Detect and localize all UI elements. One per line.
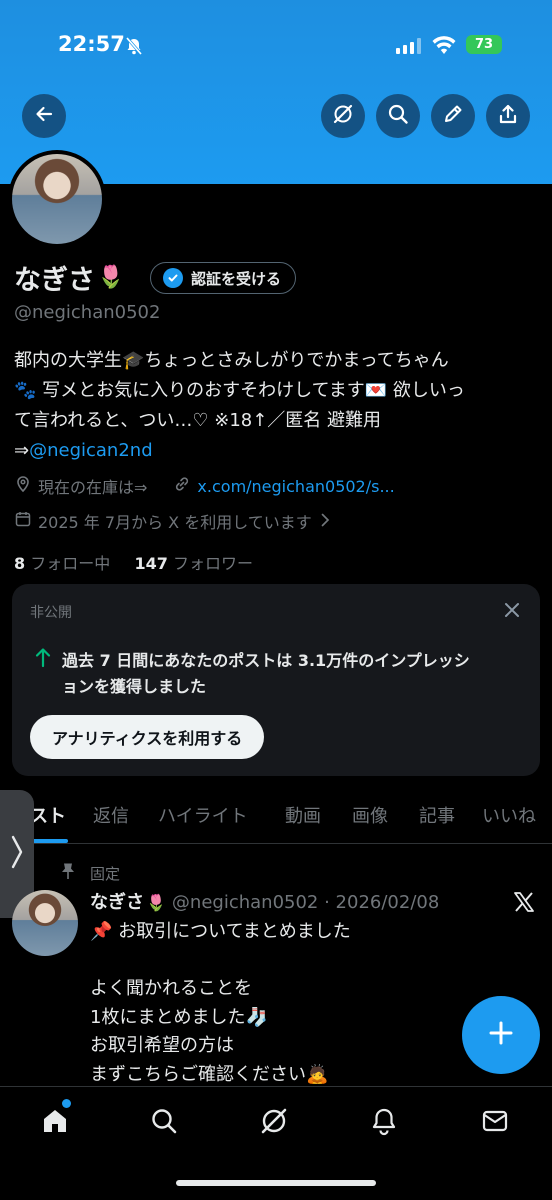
pinned-label: 固定 [90, 864, 121, 883]
location-icon [14, 475, 32, 497]
avatar-photo [12, 154, 102, 244]
nav-messages[interactable] [475, 1103, 515, 1143]
profile-handle: @negichan0502 [14, 302, 161, 323]
home-notification-dot [62, 1099, 71, 1108]
bio-line: ⇒@negican2nd [14, 436, 540, 466]
post-handle-date: @negichan0502 · 2026/02/08 [171, 892, 440, 913]
silent-mode-icon [124, 36, 144, 60]
analytics-card: 非公開 過去 7 日間にあなたのポストは 3.1万件のインプレッシ ョンを獲得し… [12, 584, 540, 776]
followers-link[interactable]: 147 フォロワー [134, 554, 253, 573]
tab-videos[interactable]: 動画 [285, 802, 321, 828]
cellular-signal-icon [396, 38, 422, 58]
private-label: 非公開 [30, 605, 72, 621]
nav-grok[interactable] [254, 1103, 294, 1143]
active-tab-indicator [28, 839, 68, 843]
search-icon [387, 103, 409, 129]
profile-website-link[interactable]: x.com/negichan0502/s... [197, 477, 394, 496]
nav-home[interactable] [35, 1103, 75, 1143]
messages-icon [480, 1106, 510, 1140]
bio-line: 🐾 写メとお気に入りのおすそわけしてます💌 欲しいっ [14, 380, 465, 401]
back-arrow-icon [34, 104, 54, 128]
profile-avatar[interactable] [8, 150, 106, 248]
get-verified-button[interactable]: 認証を受ける [150, 262, 297, 294]
post-author-name[interactable]: なぎさ [90, 888, 144, 914]
wifi-icon [432, 35, 456, 59]
profile-bio: 都内の大学生🎓ちょっとさみしがりでかまってちゃん 🐾 写メとお気に入りのおすそわ… [14, 346, 540, 466]
bio-line: て言われると、つい…♡ ※18↑／匿名 避難用 [14, 410, 382, 431]
profile-name-row: なぎさ 🌷 [14, 258, 124, 297]
calendar-icon [14, 510, 32, 532]
profile-tabs: スト 返信 ハイライト 動画 画像 記事 いいね [0, 792, 552, 844]
following-count: 8 [14, 554, 26, 573]
nav-search[interactable] [144, 1103, 184, 1143]
close-icon[interactable] [502, 600, 522, 624]
chevron-right-icon [11, 834, 23, 874]
profile-joined-date: 2025 年 7月から X を利用しています [38, 513, 312, 532]
edit-profile-button[interactable] [431, 94, 475, 138]
trending-up-arrow-icon [34, 646, 52, 672]
post-header: なぎさ 🌷 @negichan0502 · 2026/02/08 [90, 888, 439, 914]
status-bar: 22:57 73 [0, 0, 552, 90]
status-time: 22:57 [58, 32, 125, 56]
profile-joined-row[interactable]: 2025 年 7月から X を利用しています [14, 509, 330, 533]
nav-notifications[interactable] [364, 1103, 404, 1143]
search-icon [149, 1106, 179, 1140]
pin-icon [60, 862, 76, 884]
impressions-message-line: ョンを獲得しました [62, 677, 207, 696]
link-icon [173, 475, 191, 497]
edit-icon [442, 103, 464, 129]
tab-replies[interactable]: 返信 [93, 802, 129, 828]
impressions-message: 過去 7 日間にあなたのポストは 3.1万件のインプレッシ ョンを獲得しました [62, 648, 522, 700]
tab-articles[interactable]: 記事 [419, 802, 455, 828]
bio-mention-link[interactable]: @negican2nd [29, 440, 153, 461]
grok-button[interactable] [321, 94, 365, 138]
follow-counts: 8 フォロー中 147 フォロワー [14, 550, 253, 574]
tab-likes[interactable]: いいね [482, 802, 536, 828]
following-label: フォロー中 [30, 554, 111, 573]
notifications-icon [369, 1106, 399, 1140]
display-name: なぎさ [14, 265, 95, 296]
pinned-indicator: 固定 [60, 862, 120, 884]
use-analytics-button[interactable]: アナリティクスを利用する [30, 715, 265, 759]
get-verified-label: 認証を受ける [191, 269, 282, 288]
x-logo-icon [512, 890, 536, 918]
tab-photos[interactable]: 画像 [352, 802, 388, 828]
share-button[interactable] [486, 94, 530, 138]
bio-arrow: ⇒ [14, 440, 30, 461]
battery-indicator: 73 [466, 35, 502, 54]
plus-icon [487, 1019, 515, 1051]
profile-meta-links: 現在の在庫は⇒ x.com/negichan0502/s... [14, 474, 395, 498]
tulip-emoji-icon: 🌷 [97, 265, 125, 290]
compose-post-button[interactable] [462, 996, 540, 1074]
post-text[interactable]: 📌 お取引についてまとめました よく聞かれることを 1枚にまとめました🧦 お取引… [90, 918, 530, 1089]
chevron-right-icon [320, 512, 330, 531]
grok-icon [259, 1106, 289, 1140]
search-button[interactable] [376, 94, 420, 138]
following-link[interactable]: 8 フォロー中 [14, 554, 110, 573]
tulip-emoji-icon: 🌷 [146, 893, 166, 912]
bio-line: 都内の大学生🎓ちょっとさみしがりでかまってちゃん [14, 350, 449, 371]
home-indicator [176, 1180, 376, 1186]
share-icon [497, 103, 519, 129]
profile-location: 現在の在庫は⇒ [38, 478, 148, 497]
followers-count: 147 [134, 554, 168, 573]
followers-label: フォロワー [172, 554, 253, 573]
verified-badge-icon [163, 268, 183, 288]
back-button[interactable] [22, 94, 66, 138]
impressions-message-line: 過去 7 日間にあなたのポストは 3.1万件のインプレッシ [62, 651, 470, 670]
post-author-avatar[interactable] [12, 890, 78, 956]
grok-icon [332, 103, 354, 129]
home-icon [40, 1106, 70, 1140]
tab-posts[interactable]: スト [30, 802, 66, 828]
tab-highlights[interactable]: ハイライト [158, 802, 248, 828]
